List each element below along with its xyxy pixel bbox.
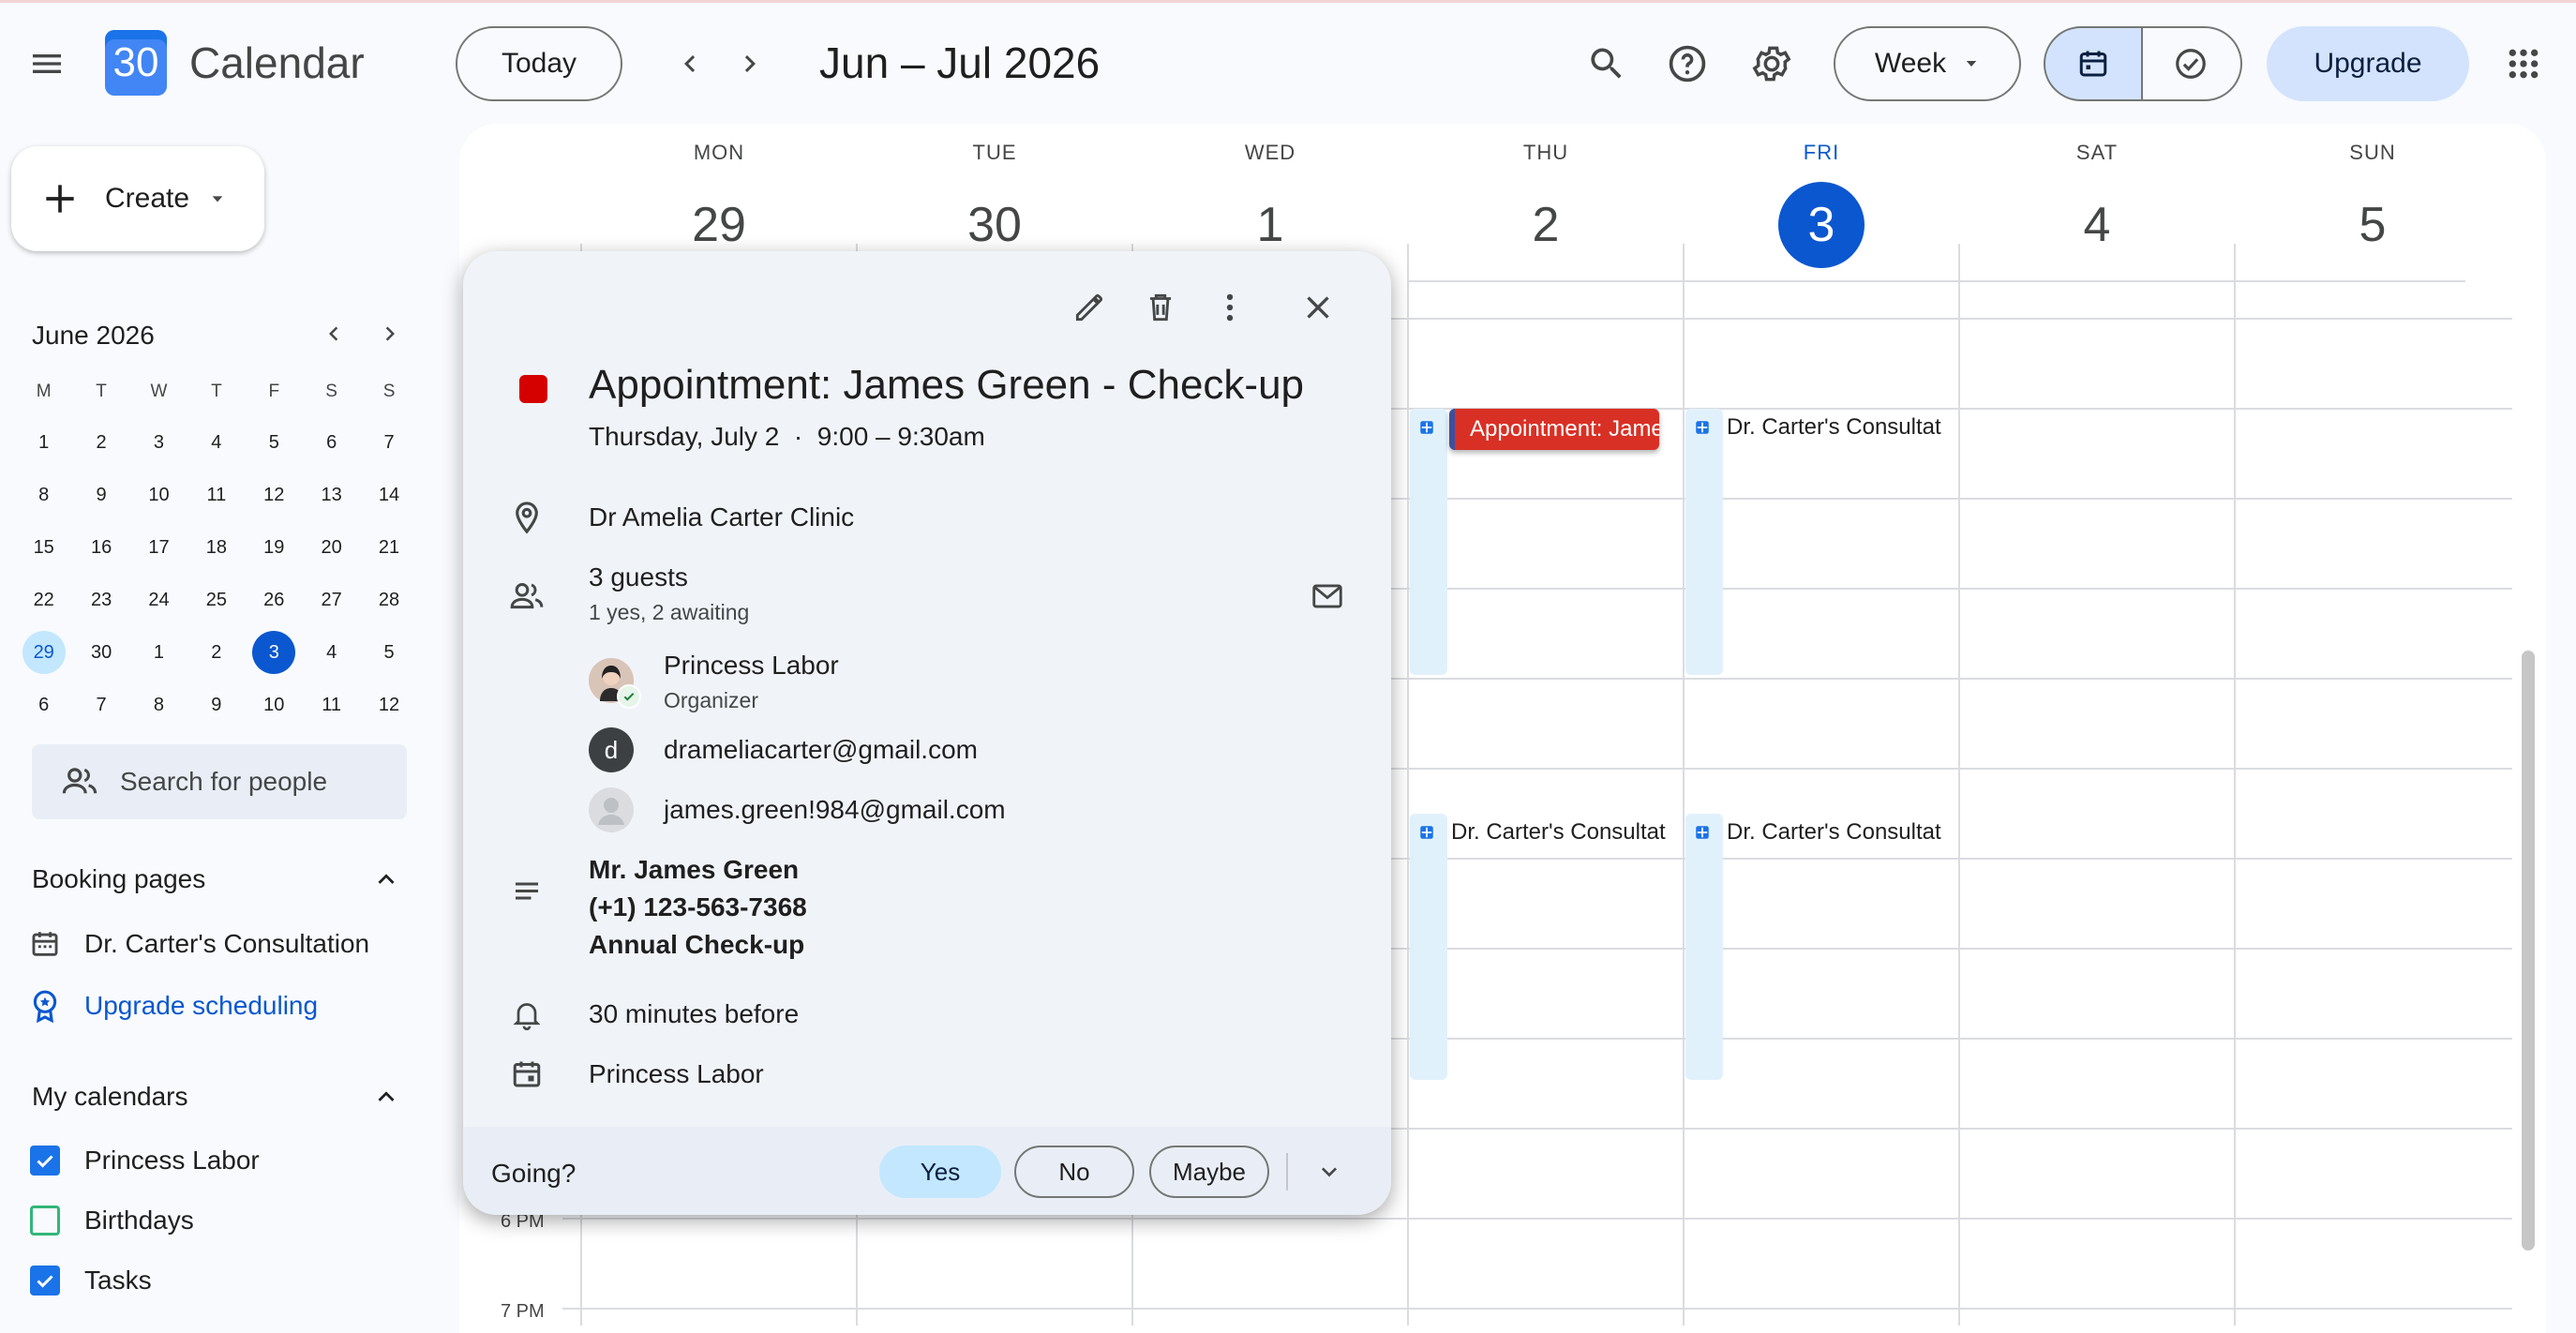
guests-icon bbox=[504, 574, 549, 619]
rsvp-maybe-button[interactable]: Maybe bbox=[1149, 1146, 1269, 1198]
day-date[interactable]: 2 bbox=[1533, 197, 1560, 253]
guest-email: drameliacarter@gmail.com bbox=[664, 735, 978, 764]
event-color-swatch bbox=[519, 375, 547, 403]
guest-role: Organizer bbox=[664, 688, 758, 712]
description-lines-icon bbox=[504, 870, 549, 915]
rsvp-no-button[interactable]: No bbox=[1014, 1146, 1134, 1198]
day-name: SAT bbox=[2075, 141, 2119, 164]
vertical-scrollbar[interactable] bbox=[2522, 651, 2535, 1251]
guest-name: Princess Labor bbox=[664, 651, 839, 680]
day-header-fri-today[interactable]: FRI 3 bbox=[1684, 141, 1959, 268]
rsvp-divider bbox=[1286, 1153, 1288, 1191]
day-header-tue[interactable]: TUE 30 bbox=[857, 141, 1132, 268]
time-label: 7 PM bbox=[501, 1301, 545, 1322]
more-options-icon[interactable] bbox=[1200, 277, 1260, 337]
event-calendar-name: Princess Labor bbox=[589, 1059, 764, 1088]
event-date-time: Thursday, July 2 · 9:00 – 9:30am bbox=[589, 422, 985, 451]
day-name: TUE bbox=[972, 141, 1017, 164]
day-date[interactable]: 5 bbox=[2359, 197, 2387, 253]
description-line: Annual Check-up bbox=[589, 930, 805, 959]
day-header-wed[interactable]: WED 1 bbox=[1132, 141, 1408, 268]
close-icon[interactable] bbox=[1288, 277, 1348, 337]
bell-icon bbox=[504, 992, 549, 1037]
day-header-sun[interactable]: SUN 5 bbox=[2235, 141, 2510, 268]
day-date[interactable]: 30 bbox=[967, 197, 1022, 253]
day-header-sat[interactable]: SAT 4 bbox=[1959, 141, 2235, 268]
event-title: Dr. Carter's Consultation bbox=[1727, 819, 1942, 845]
booking-grid-icon bbox=[1689, 414, 1715, 441]
event-strip-thu-2[interactable] bbox=[1410, 814, 1447, 1080]
booking-grid-icon bbox=[1414, 819, 1440, 846]
organizer-avatar bbox=[589, 658, 641, 709]
guest-avatar-initial: d bbox=[589, 727, 634, 772]
event-consultation-fri-1[interactable]: Dr. Carter's Consultation bbox=[1689, 414, 1942, 441]
guests-count: 3 guests bbox=[589, 562, 688, 592]
event-strip-thu-1[interactable] bbox=[1410, 409, 1447, 675]
booking-grid-icon bbox=[1689, 819, 1715, 846]
event-title: Appointment: James Green - Check-up bbox=[589, 362, 1305, 408]
event-strip-fri-1[interactable] bbox=[1685, 409, 1723, 675]
event-consultation-thu-2[interactable]: Dr. Carter's Consultation bbox=[1414, 819, 1667, 846]
edit-pencil-icon[interactable] bbox=[1059, 277, 1119, 337]
day-date[interactable]: 1 bbox=[1257, 197, 1284, 253]
rsvp-yes-button[interactable]: Yes bbox=[879, 1146, 1001, 1198]
event-details-popup: Appointment: James Green - Check-up Thur… bbox=[463, 251, 1391, 1215]
rsvp-more-chevron-icon[interactable] bbox=[1299, 1142, 1359, 1202]
booking-badge-thu-1 bbox=[1414, 414, 1451, 441]
day-date-today[interactable]: 3 bbox=[1778, 182, 1865, 268]
event-title: Dr. Carter's Consultation bbox=[1451, 819, 1667, 845]
day-date[interactable]: 29 bbox=[692, 197, 746, 253]
day-date[interactable]: 4 bbox=[2084, 197, 2111, 253]
avatar-initial: d bbox=[604, 735, 619, 764]
accepted-check-icon bbox=[617, 684, 641, 709]
delete-trash-icon[interactable] bbox=[1131, 277, 1191, 337]
description-line: (+1) 123-563-7368 bbox=[589, 892, 807, 921]
day-name: SUN bbox=[2349, 141, 2396, 164]
event-title: Appointment: James Green - Check-up bbox=[1470, 416, 1659, 442]
day-name: WED bbox=[1244, 141, 1296, 164]
event-strip-fri-2[interactable] bbox=[1685, 814, 1723, 1080]
day-name: THU bbox=[1522, 141, 1569, 164]
guests-status: 1 yes, 2 awaiting bbox=[589, 600, 750, 624]
event-location: Dr Amelia Carter Clinic bbox=[589, 502, 855, 532]
description-line: Mr. James Green bbox=[589, 855, 800, 884]
booking-grid-icon bbox=[1414, 414, 1440, 441]
reminder-text: 30 minutes before bbox=[589, 999, 800, 1028]
day-name: FRI bbox=[1803, 141, 1840, 164]
day-header-mon[interactable]: MON 29 bbox=[581, 141, 857, 268]
event-consultation-fri-2[interactable]: Dr. Carter's Consultation bbox=[1689, 819, 1942, 846]
guest-email: james.green!984@gmail.com bbox=[664, 795, 1006, 824]
going-label: Going? bbox=[491, 1159, 577, 1188]
email-guests-icon[interactable] bbox=[1301, 570, 1354, 622]
event-title: Dr. Carter's Consultation bbox=[1727, 414, 1942, 440]
location-pin-icon bbox=[504, 495, 549, 540]
guest-avatar-default bbox=[589, 787, 634, 832]
event-appointment-james-green[interactable]: Appointment: James Green - Check-up bbox=[1449, 409, 1659, 450]
day-name: MON bbox=[693, 141, 745, 164]
day-header-thu[interactable]: THU 2 bbox=[1408, 141, 1684, 268]
calendar-icon bbox=[504, 1052, 549, 1097]
